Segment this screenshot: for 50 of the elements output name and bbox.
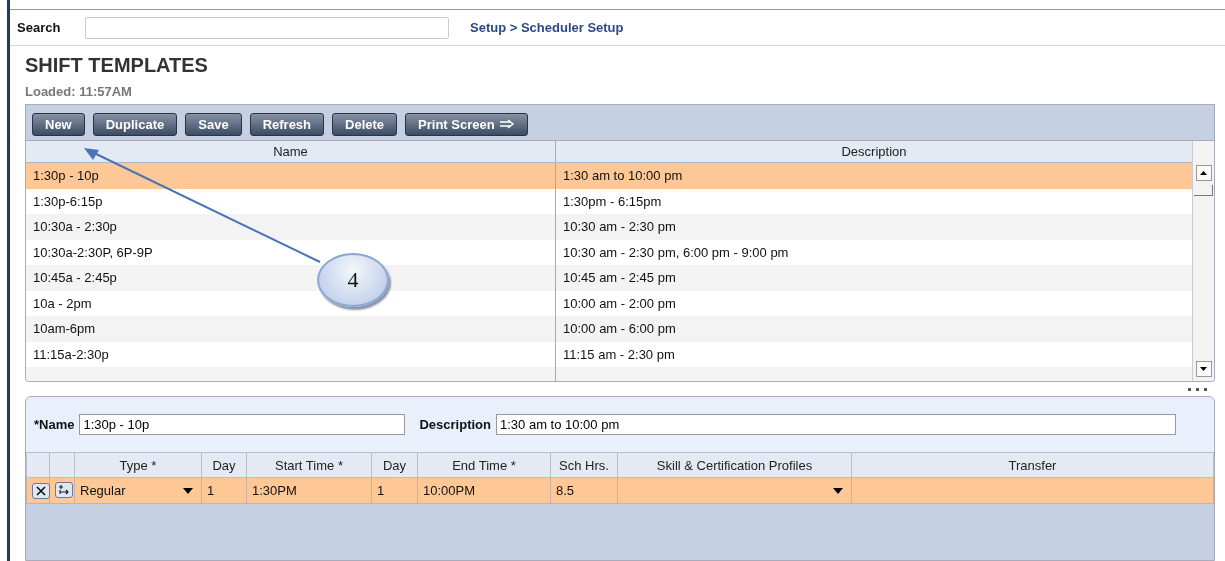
toolbar-button[interactable]: New <box>32 112 85 136</box>
table-cell: 10:00PM <box>417 477 551 504</box>
table-cell-text: 11:15 am - 2:30 pm <box>562 345 676 364</box>
table-cell: 1:30p - 10p <box>26 163 556 189</box>
arrow-icon <box>498 119 515 129</box>
column-header[interactable]: Transfer <box>851 452 1214 478</box>
scrollbar[interactable] <box>1192 141 1214 381</box>
close-icon[interactable] <box>32 482 50 499</box>
toolbar-button[interactable]: Delete <box>332 112 398 136</box>
template-row[interactable]: 10:30a - 2:30p 10:30 am - 2:30 pm <box>26 214 1192 240</box>
caret-icon <box>183 488 193 494</box>
column-header[interactable]: End Time * <box>417 452 551 478</box>
shift-row[interactable]: Regular 1 1:30PM 1 10:00PM 8.5 <box>26 477 1214 504</box>
scroll-down-icon[interactable] <box>1195 361 1212 377</box>
search-field[interactable] <box>85 16 449 39</box>
name-field[interactable]: 1:30p - 10p <box>79 414 406 435</box>
table-cell-text: 10:30 am - 2:30 pm, 6:00 pm - 9:00 pm <box>562 243 790 262</box>
page-title: SHIFT TEMPLATES <box>25 53 209 77</box>
name-label: *Name <box>34 417 75 432</box>
toolbar-button[interactable]: Save <box>185 112 242 136</box>
table-cell-text: 1:30 am to 10:00 pm <box>562 167 684 185</box>
column-header[interactable]: Day <box>371 452 418 478</box>
scroll-up-icon[interactable] <box>1195 165 1212 181</box>
scroll-thumb[interactable] <box>1194 185 1213 196</box>
table-cell: 10:30a - 2:30p <box>26 214 556 240</box>
table-cell-text: 10:45 am - 2:45 pm <box>562 269 677 287</box>
column-header[interactable]: Day <box>201 452 247 478</box>
description-field[interactable]: 1:30 am to 10:00 pm <box>496 414 1176 435</box>
table-cell: 10am-6pm <box>26 316 556 342</box>
table-cell: 1:30PM <box>246 477 372 504</box>
toolbar-button[interactable]: Print Screen <box>405 112 528 136</box>
table-cell-text: 10:30 am - 2:30 pm <box>562 218 677 236</box>
table-cell-text: 10:00 am - 6:00 pm <box>562 320 677 338</box>
breadcrumb[interactable]: Setup > Scheduler Setup <box>470 20 624 35</box>
type-dropdown[interactable]: Regular <box>74 477 202 504</box>
loaded-time: Loaded: 11:57AM <box>25 84 133 99</box>
table-cell-text: 1:30pm - 6:15pm <box>562 192 663 211</box>
column-header[interactable]: Skill & Certification Profiles <box>617 452 852 478</box>
description-label: Description <box>419 417 491 432</box>
template-row[interactable]: 10am-6pm 10:00 am - 6:00 pm <box>26 316 1192 342</box>
column-header[interactable]: Start Time * <box>246 452 372 478</box>
toolbar-button[interactable]: Duplicate <box>92 112 178 136</box>
column-header[interactable]: Description <box>556 141 1192 162</box>
column-header[interactable]: Sch Hrs. <box>550 452 618 478</box>
toolbar-button[interactable]: Refresh <box>249 112 325 136</box>
search-label: Search <box>17 20 62 35</box>
caret-icon <box>833 488 843 494</box>
column-header[interactable]: Type * <box>74 452 202 478</box>
table-cell-text: 10:00 am - 2:00 pm <box>562 294 677 313</box>
template-row[interactable]: 1:30p - 10p 1:30 am to 10:00 pm <box>26 163 1192 189</box>
